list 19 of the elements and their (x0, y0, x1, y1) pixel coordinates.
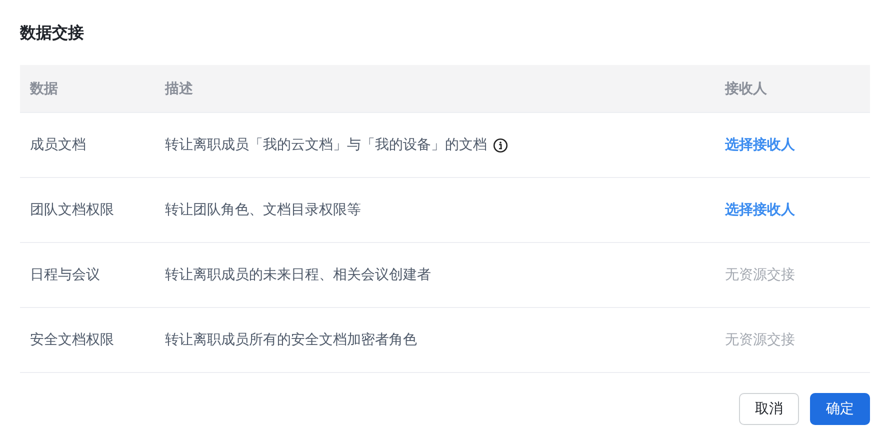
cancel-button[interactable]: 取消 (739, 393, 799, 425)
select-receiver-link[interactable]: 选择接收人 (725, 136, 795, 154)
table-cell-text: 团队文档权限 (29, 201, 115, 219)
column-header: 数据 (28, 80, 59, 98)
table-cell: 转让团队角色、文档目录权限等 (165, 201, 361, 219)
no-resource-text: 无资源交接 (725, 266, 795, 284)
table-cell: 转让离职成员「我的云文档」与「我的设备」的文档 (165, 136, 487, 154)
table-cell-text: 安全文档权限 (29, 331, 115, 349)
column-header: 描述 (165, 80, 194, 98)
column-header: 接收人 (725, 80, 768, 98)
dialog-title: 数据交接 (20, 22, 85, 44)
confirm-button[interactable]: 确定 (810, 393, 870, 425)
table-cell: 转让离职成员所有的安全文档加密者角色 (165, 331, 417, 349)
table-cell-text: 成员文档 (29, 136, 87, 154)
table-cell-text: 日程与会议 (29, 266, 101, 284)
info-icon[interactable] (493, 138, 508, 152)
no-resource-text: 无资源交接 (725, 331, 795, 349)
table-cell: 转让离职成员的未来日程、相关会议创建者 (165, 266, 431, 284)
select-receiver-link[interactable]: 选择接收人 (725, 201, 795, 219)
